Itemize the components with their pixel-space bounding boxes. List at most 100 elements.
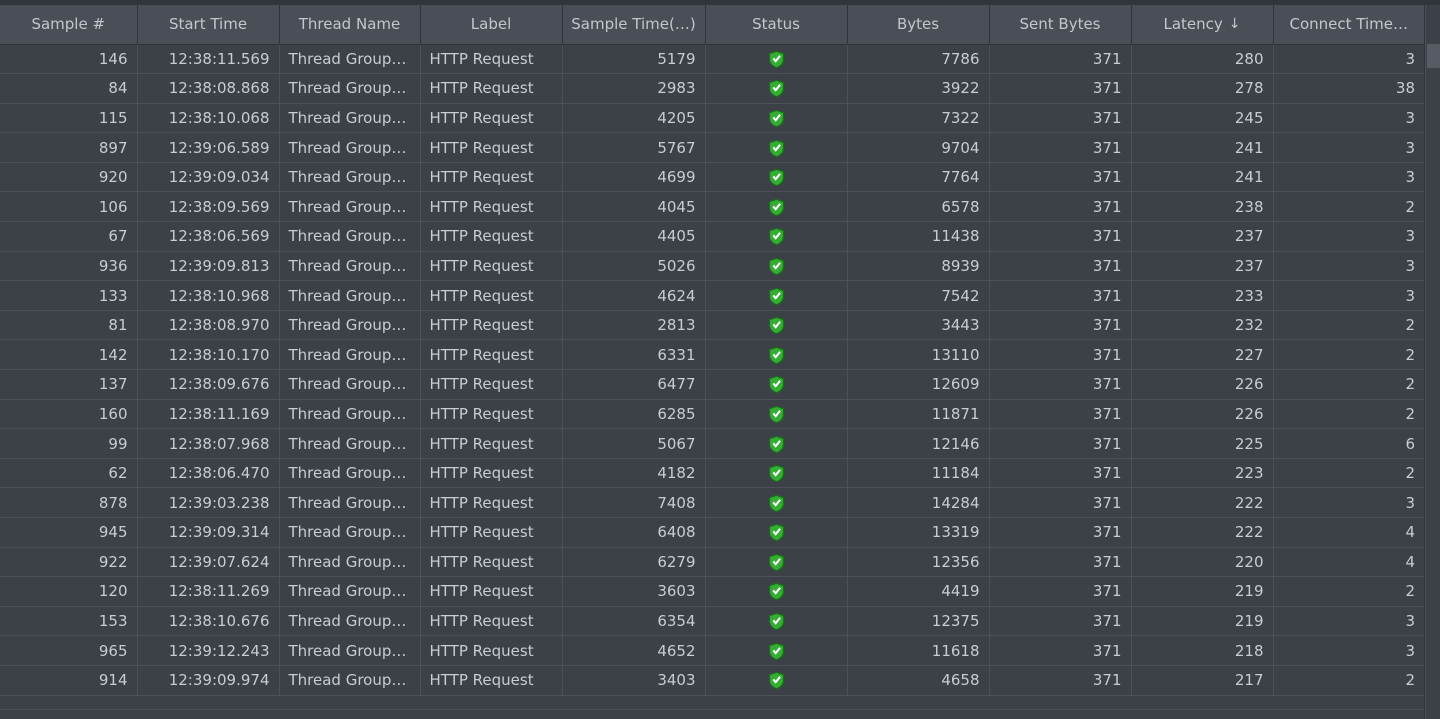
- cell-connect_time[interactable]: 4: [1273, 518, 1424, 548]
- cell-connect_time[interactable]: 6: [1273, 429, 1424, 459]
- cell-bytes[interactable]: 11871: [847, 399, 989, 429]
- cell-connect_time[interactable]: 3: [1273, 162, 1424, 192]
- table-row[interactable]: 6712:38:06.569Thread Group…HTTP Request4…: [0, 222, 1424, 252]
- cell-connect_time[interactable]: 2: [1273, 370, 1424, 400]
- cell-bytes[interactable]: 11618: [847, 636, 989, 666]
- cell-latency[interactable]: 237: [1131, 251, 1273, 281]
- cell-sample[interactable]: 936: [0, 251, 137, 281]
- cell-thread_name[interactable]: Thread Group…: [279, 518, 420, 548]
- cell-thread_name[interactable]: Thread Group…: [279, 251, 420, 281]
- cell-latency[interactable]: 241: [1131, 162, 1273, 192]
- cell-start_time[interactable]: 12:38:08.970: [137, 310, 279, 340]
- cell-thread_name[interactable]: Thread Group…: [279, 577, 420, 607]
- cell-start_time[interactable]: 12:38:10.068: [137, 103, 279, 133]
- cell-sent_bytes[interactable]: 371: [989, 665, 1131, 695]
- cell-sent_bytes[interactable]: 371: [989, 429, 1131, 459]
- table-row[interactable]: 11512:38:10.068Thread Group…HTTP Request…: [0, 103, 1424, 133]
- cell-label[interactable]: HTTP Request: [420, 310, 562, 340]
- cell-sent_bytes[interactable]: 371: [989, 577, 1131, 607]
- cell-sent_bytes[interactable]: 371: [989, 399, 1131, 429]
- cell-bytes[interactable]: 3443: [847, 310, 989, 340]
- cell-thread_name[interactable]: Thread Group…: [279, 222, 420, 252]
- cell-start_time[interactable]: 12:38:06.470: [137, 458, 279, 488]
- cell-connect_time[interactable]: 3: [1273, 222, 1424, 252]
- table-row[interactable]: 96512:39:12.243Thread Group…HTTP Request…: [0, 636, 1424, 666]
- table-row[interactable]: 93612:39:09.813Thread Group…HTTP Request…: [0, 251, 1424, 281]
- cell-sent_bytes[interactable]: 371: [989, 222, 1131, 252]
- cell-sample_time[interactable]: 3403: [562, 665, 705, 695]
- cell-sample_time[interactable]: 5767: [562, 133, 705, 163]
- cell-sample_time[interactable]: 4045: [562, 192, 705, 222]
- cell-latency[interactable]: 238: [1131, 192, 1273, 222]
- cell-sample_time[interactable]: 4405: [562, 222, 705, 252]
- cell-connect_time[interactable]: 3: [1273, 133, 1424, 163]
- table-row[interactable]: 9912:38:07.968Thread Group…HTTP Request5…: [0, 429, 1424, 459]
- cell-label[interactable]: HTTP Request: [420, 222, 562, 252]
- cell-start_time[interactable]: 12:38:09.676: [137, 370, 279, 400]
- cell-latency[interactable]: 220: [1131, 547, 1273, 577]
- cell-connect_time[interactable]: 3: [1273, 103, 1424, 133]
- cell-label[interactable]: HTTP Request: [420, 340, 562, 370]
- cell-sample_time[interactable]: 5067: [562, 429, 705, 459]
- cell-latency[interactable]: 241: [1131, 133, 1273, 163]
- cell-start_time[interactable]: 12:38:11.569: [137, 44, 279, 74]
- cell-connect_time[interactable]: 2: [1273, 458, 1424, 488]
- cell-thread_name[interactable]: Thread Group…: [279, 547, 420, 577]
- cell-status[interactable]: [705, 399, 847, 429]
- cell-sample_time[interactable]: 5026: [562, 251, 705, 281]
- cell-bytes[interactable]: 7542: [847, 281, 989, 311]
- table-row[interactable]: 16012:38:11.169Thread Group…HTTP Request…: [0, 399, 1424, 429]
- cell-connect_time[interactable]: 3: [1273, 636, 1424, 666]
- table-row[interactable]: 92212:39:07.624Thread Group…HTTP Request…: [0, 547, 1424, 577]
- cell-status[interactable]: [705, 192, 847, 222]
- cell-latency[interactable]: 226: [1131, 399, 1273, 429]
- cell-status[interactable]: [705, 577, 847, 607]
- cell-sample[interactable]: 897: [0, 133, 137, 163]
- cell-sample[interactable]: 142: [0, 340, 137, 370]
- cell-bytes[interactable]: 6578: [847, 192, 989, 222]
- cell-sample[interactable]: 120: [0, 577, 137, 607]
- cell-label[interactable]: HTTP Request: [420, 133, 562, 163]
- cell-status[interactable]: [705, 74, 847, 104]
- cell-label[interactable]: HTTP Request: [420, 488, 562, 518]
- cell-status[interactable]: [705, 429, 847, 459]
- cell-connect_time[interactable]: 3: [1273, 251, 1424, 281]
- cell-sample[interactable]: 914: [0, 665, 137, 695]
- column-header-sample[interactable]: Sample #: [0, 5, 137, 44]
- cell-sample_time[interactable]: 6285: [562, 399, 705, 429]
- cell-sent_bytes[interactable]: 371: [989, 310, 1131, 340]
- cell-label[interactable]: HTTP Request: [420, 547, 562, 577]
- cell-thread_name[interactable]: Thread Group…: [279, 103, 420, 133]
- table-row[interactable]: 14212:38:10.170Thread Group…HTTP Request…: [0, 340, 1424, 370]
- cell-sent_bytes[interactable]: 371: [989, 518, 1131, 548]
- cell-sample[interactable]: 878: [0, 488, 137, 518]
- cell-sent_bytes[interactable]: 371: [989, 370, 1131, 400]
- cell-sample[interactable]: 106: [0, 192, 137, 222]
- cell-sent_bytes[interactable]: 371: [989, 192, 1131, 222]
- cell-thread_name[interactable]: Thread Group…: [279, 370, 420, 400]
- cell-connect_time[interactable]: 2: [1273, 665, 1424, 695]
- cell-start_time[interactable]: 12:38:10.968: [137, 281, 279, 311]
- cell-bytes[interactable]: 4419: [847, 577, 989, 607]
- cell-latency[interactable]: 225: [1131, 429, 1273, 459]
- cell-latency[interactable]: 232: [1131, 310, 1273, 340]
- cell-sample[interactable]: 115: [0, 103, 137, 133]
- cell-label[interactable]: HTTP Request: [420, 192, 562, 222]
- cell-sample[interactable]: 146: [0, 44, 137, 74]
- cell-sample_time[interactable]: 4652: [562, 636, 705, 666]
- cell-bytes[interactable]: 13110: [847, 340, 989, 370]
- cell-connect_time[interactable]: 2: [1273, 310, 1424, 340]
- cell-latency[interactable]: 280: [1131, 44, 1273, 74]
- cell-latency[interactable]: 219: [1131, 606, 1273, 636]
- cell-thread_name[interactable]: Thread Group…: [279, 606, 420, 636]
- cell-sample_time[interactable]: 4182: [562, 458, 705, 488]
- cell-sent_bytes[interactable]: 371: [989, 606, 1131, 636]
- cell-status[interactable]: [705, 488, 847, 518]
- cell-sample[interactable]: 153: [0, 606, 137, 636]
- cell-sample_time[interactable]: 6477: [562, 370, 705, 400]
- vertical-scrollbar[interactable]: [1424, 5, 1440, 719]
- cell-start_time[interactable]: 12:38:10.170: [137, 340, 279, 370]
- cell-thread_name[interactable]: Thread Group…: [279, 429, 420, 459]
- cell-thread_name[interactable]: Thread Group…: [279, 399, 420, 429]
- cell-start_time[interactable]: 12:38:11.269: [137, 577, 279, 607]
